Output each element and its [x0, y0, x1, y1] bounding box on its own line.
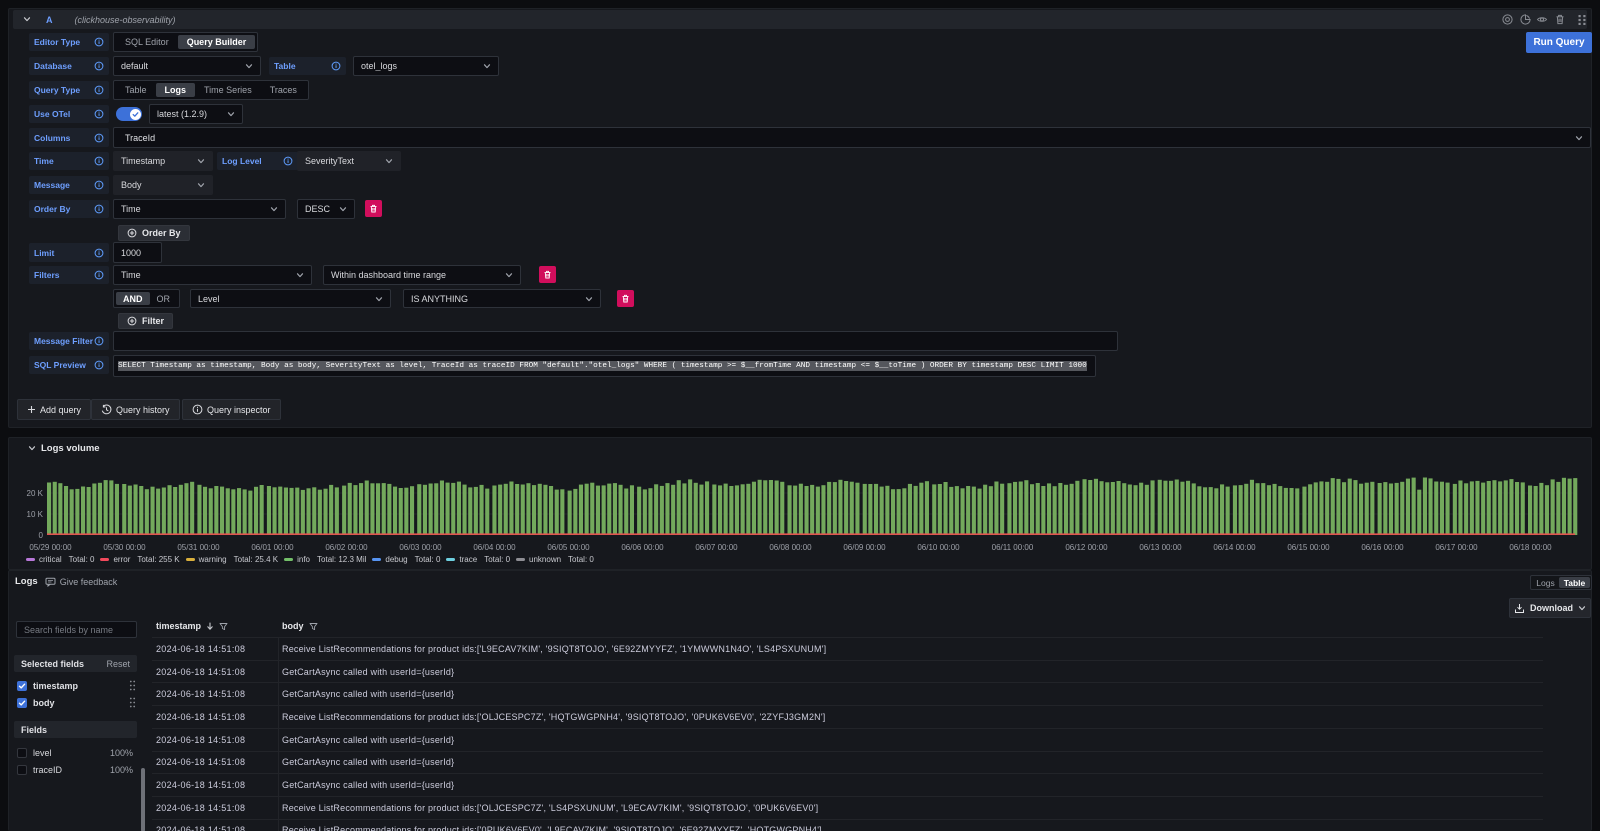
svg-text:06/06 00:00: 06/06 00:00	[621, 543, 664, 552]
svg-text:06/16 00:00: 06/16 00:00	[1361, 543, 1404, 552]
svg-text:06/03 00:00: 06/03 00:00	[399, 543, 442, 552]
svg-text:06/02 00:00: 06/02 00:00	[325, 543, 368, 552]
svg-text:06/10 00:00: 06/10 00:00	[917, 543, 960, 552]
svg-text:05/29 00:00: 05/29 00:00	[29, 543, 72, 552]
svg-text:06/08 00:00: 06/08 00:00	[769, 543, 812, 552]
svg-text:06/11 00:00: 06/11 00:00	[992, 543, 1034, 552]
svg-text:06/15 00:00: 06/15 00:00	[1287, 543, 1330, 552]
svg-text:06/18 00:00: 06/18 00:00	[1509, 543, 1552, 552]
svg-text:0: 0	[39, 531, 44, 540]
svg-text:06/12 00:00: 06/12 00:00	[1065, 543, 1108, 552]
svg-text:05/31 00:00: 05/31 00:00	[177, 543, 220, 552]
svg-text:06/05 00:00: 06/05 00:00	[547, 543, 590, 552]
svg-text:06/09 00:00: 06/09 00:00	[843, 543, 886, 552]
svg-text:06/13 00:00: 06/13 00:00	[1139, 543, 1182, 552]
svg-text:06/04 00:00: 06/04 00:00	[473, 543, 516, 552]
svg-text:06/17 00:00: 06/17 00:00	[1435, 543, 1478, 552]
svg-text:06/01 00:00: 06/01 00:00	[251, 543, 294, 552]
svg-text:06/07 00:00: 06/07 00:00	[695, 543, 738, 552]
svg-text:05/30 00:00: 05/30 00:00	[103, 543, 146, 552]
svg-text:20 K: 20 K	[27, 489, 44, 498]
svg-text:06/14 00:00: 06/14 00:00	[1213, 543, 1256, 552]
svg-text:10 K: 10 K	[27, 510, 44, 519]
